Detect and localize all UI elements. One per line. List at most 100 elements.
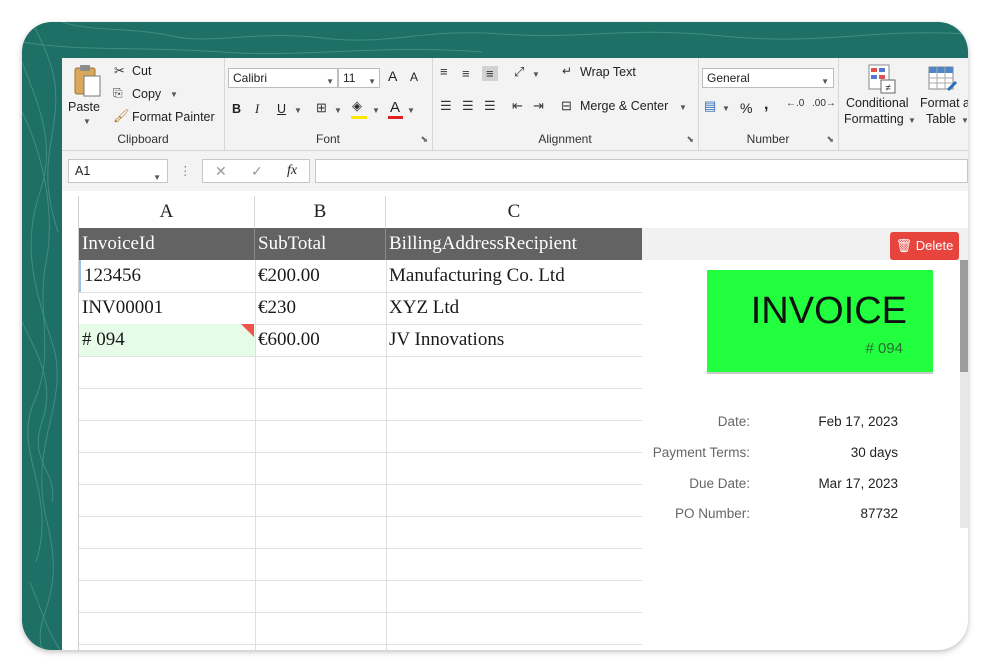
due-date-label: Due Date: — [689, 476, 750, 491]
underline-dropdown-icon[interactable]: ▼ — [294, 106, 302, 115]
header-invoice-id[interactable]: InvoiceId — [79, 228, 255, 260]
borders-dropdown-icon[interactable]: ▼ — [334, 106, 342, 115]
styles-group: ≠ Conditional Formatting ▼ Format a Tabl… — [838, 58, 968, 150]
number-format-value: General — [707, 71, 750, 85]
merge-center-button[interactable]: Merge & Center — [580, 99, 668, 113]
formula-bar: A1 ▼ ⋮ ✕ ✓ fx — [62, 151, 968, 191]
paste-button[interactable]: Paste ▼ — [68, 62, 108, 128]
enter-icon[interactable]: ✓ — [251, 163, 263, 180]
accounting-format-icon[interactable]: ▤ — [704, 98, 716, 114]
invoice-preview-panel: 🗑 Delete INVOICE # 094 Date: Feb 17, 202… — [642, 196, 968, 650]
format-as-table-label-1: Format a — [920, 96, 968, 110]
cell-a3[interactable]: INV00001 — [79, 292, 255, 324]
orientation-icon[interactable]: ⤢ — [514, 64, 524, 80]
decrease-indent-icon[interactable]: ⇤ — [512, 98, 523, 114]
number-label: Number — [746, 132, 790, 146]
copy-dropdown-icon[interactable]: ▼ — [170, 90, 178, 99]
number-format-select[interactable]: General ▼ — [702, 68, 834, 88]
header-subtotal[interactable]: SubTotal — [255, 228, 386, 260]
cell-c2[interactable]: Manufacturing Co. Ltd — [386, 260, 642, 292]
wrap-text-icon[interactable]: ↵ — [562, 64, 572, 78]
preview-scrollbar[interactable] — [960, 260, 968, 528]
fill-color-dropdown-icon[interactable]: ▼ — [372, 106, 380, 115]
cell-b4[interactable]: €600.00 — [255, 324, 386, 356]
column-header-b[interactable]: B — [255, 196, 386, 228]
svg-text:≠: ≠ — [885, 83, 891, 94]
grid-line — [79, 452, 642, 453]
italic-button[interactable]: I — [255, 102, 259, 117]
grow-font-button[interactable]: A — [388, 68, 397, 84]
header-billing-address-recipient[interactable]: BillingAddressRecipient — [386, 228, 642, 260]
font-size-select[interactable]: 11 ▼ — [338, 68, 380, 88]
decrease-decimal-icon[interactable]: .00→ — [812, 98, 836, 109]
grid-line — [79, 548, 642, 549]
invoice-banner: INVOICE # 094 — [707, 270, 933, 374]
font-color-button[interactable]: A — [390, 99, 400, 116]
alignment-dialog-launcher-icon[interactable]: ⬊ — [686, 134, 694, 145]
cell-comment-indicator[interactable] — [241, 324, 254, 337]
grid-line — [79, 516, 642, 517]
font-dialog-launcher-icon[interactable]: ⬊ — [420, 134, 428, 145]
cut-button[interactable]: Cut — [132, 64, 151, 78]
trash-icon: 🗑 — [895, 238, 913, 253]
formula-input[interactable] — [315, 159, 968, 183]
copy-button[interactable]: Copy — [132, 87, 161, 101]
accounting-dropdown-icon[interactable]: ▼ — [722, 104, 730, 113]
bold-button[interactable]: B — [232, 102, 241, 116]
cell-c4[interactable]: JV Innovations — [386, 324, 642, 356]
po-number-label: PO Number: — [674, 506, 750, 521]
grid-line — [79, 356, 642, 357]
font-label: Font — [315, 132, 340, 146]
cut-icon[interactable]: ✂ — [114, 63, 125, 79]
payment-terms-label: Payment Terms: — [652, 445, 750, 460]
format-painter-icon[interactable]: 🖌 — [113, 108, 130, 124]
align-middle-icon[interactable]: ≡ — [462, 66, 470, 81]
formula-bar-menu-icon[interactable]: ⋮ — [179, 163, 192, 178]
delete-button[interactable]: 🗑 Delete — [890, 232, 959, 260]
increase-indent-icon[interactable]: ⇥ — [533, 98, 544, 114]
conditional-formatting-button[interactable]: ≠ Conditional Formatting ▼ — [844, 62, 916, 126]
comma-button[interactable]: , — [764, 96, 768, 114]
align-bottom-icon[interactable]: ≡ — [482, 66, 498, 81]
number-group: General ▼ ▤ ▼ % , ←.0 .00→ Number ⬊ — [698, 58, 839, 150]
invoice-number: # 094 — [865, 340, 903, 357]
insert-function-icon[interactable]: fx — [287, 163, 297, 179]
align-top-icon[interactable]: ≡ — [440, 64, 448, 79]
align-center-icon[interactable]: ☰ — [462, 98, 474, 114]
column-header-c[interactable]: C — [386, 196, 642, 228]
column-header-a[interactable]: A — [79, 196, 255, 228]
fill-color-icon[interactable]: ◈ — [352, 98, 362, 114]
cancel-icon[interactable]: ✕ — [215, 163, 227, 180]
format-painter-button[interactable]: Format Painter — [132, 110, 215, 124]
align-right-icon[interactable]: ☰ — [484, 98, 496, 114]
shrink-font-button[interactable]: A — [410, 70, 418, 84]
borders-icon[interactable]: ⊞ — [316, 100, 327, 116]
cell-a2[interactable]: 123456 — [79, 260, 255, 292]
wrap-text-button[interactable]: Wrap Text — [580, 65, 636, 79]
number-dialog-launcher-icon[interactable]: ⬊ — [826, 134, 834, 145]
copy-icon[interactable]: ⎘ — [113, 86, 123, 101]
date-value: Feb 17, 2023 — [818, 414, 898, 429]
scrollbar-thumb[interactable] — [960, 260, 968, 372]
align-left-icon[interactable]: ☰ — [440, 98, 452, 114]
grid-line — [79, 644, 642, 645]
cell-c3[interactable]: XYZ Ltd — [386, 292, 642, 324]
merge-center-icon[interactable]: ⊟ — [561, 98, 572, 114]
format-as-table-button[interactable]: Format a Table ▼ — [918, 62, 968, 126]
font-size-value: 11 — [343, 71, 356, 85]
cell-b2[interactable]: €200.00 — [255, 260, 386, 292]
name-box[interactable]: A1 ▼ — [68, 159, 168, 183]
cell-a4[interactable]: # 094 — [79, 324, 255, 356]
spreadsheet-grid: A B C InvoiceId SubTotal BillingAddressR… — [62, 196, 642, 650]
percent-button[interactable]: % — [740, 100, 752, 116]
merge-dropdown-icon[interactable]: ▼ — [679, 103, 687, 112]
underline-button[interactable]: U — [277, 102, 286, 116]
grid-line — [79, 484, 642, 485]
orientation-dropdown-icon[interactable]: ▼ — [532, 70, 540, 79]
cell-b3[interactable]: €230 — [255, 292, 386, 324]
font-name-select[interactable]: Calibri ▼ — [228, 68, 338, 88]
font-color-dropdown-icon[interactable]: ▼ — [407, 106, 415, 115]
increase-decimal-icon[interactable]: ←.0 — [786, 98, 804, 109]
paste-dropdown-icon[interactable]: ▼ — [83, 117, 91, 126]
font-color-swatch — [388, 116, 403, 119]
